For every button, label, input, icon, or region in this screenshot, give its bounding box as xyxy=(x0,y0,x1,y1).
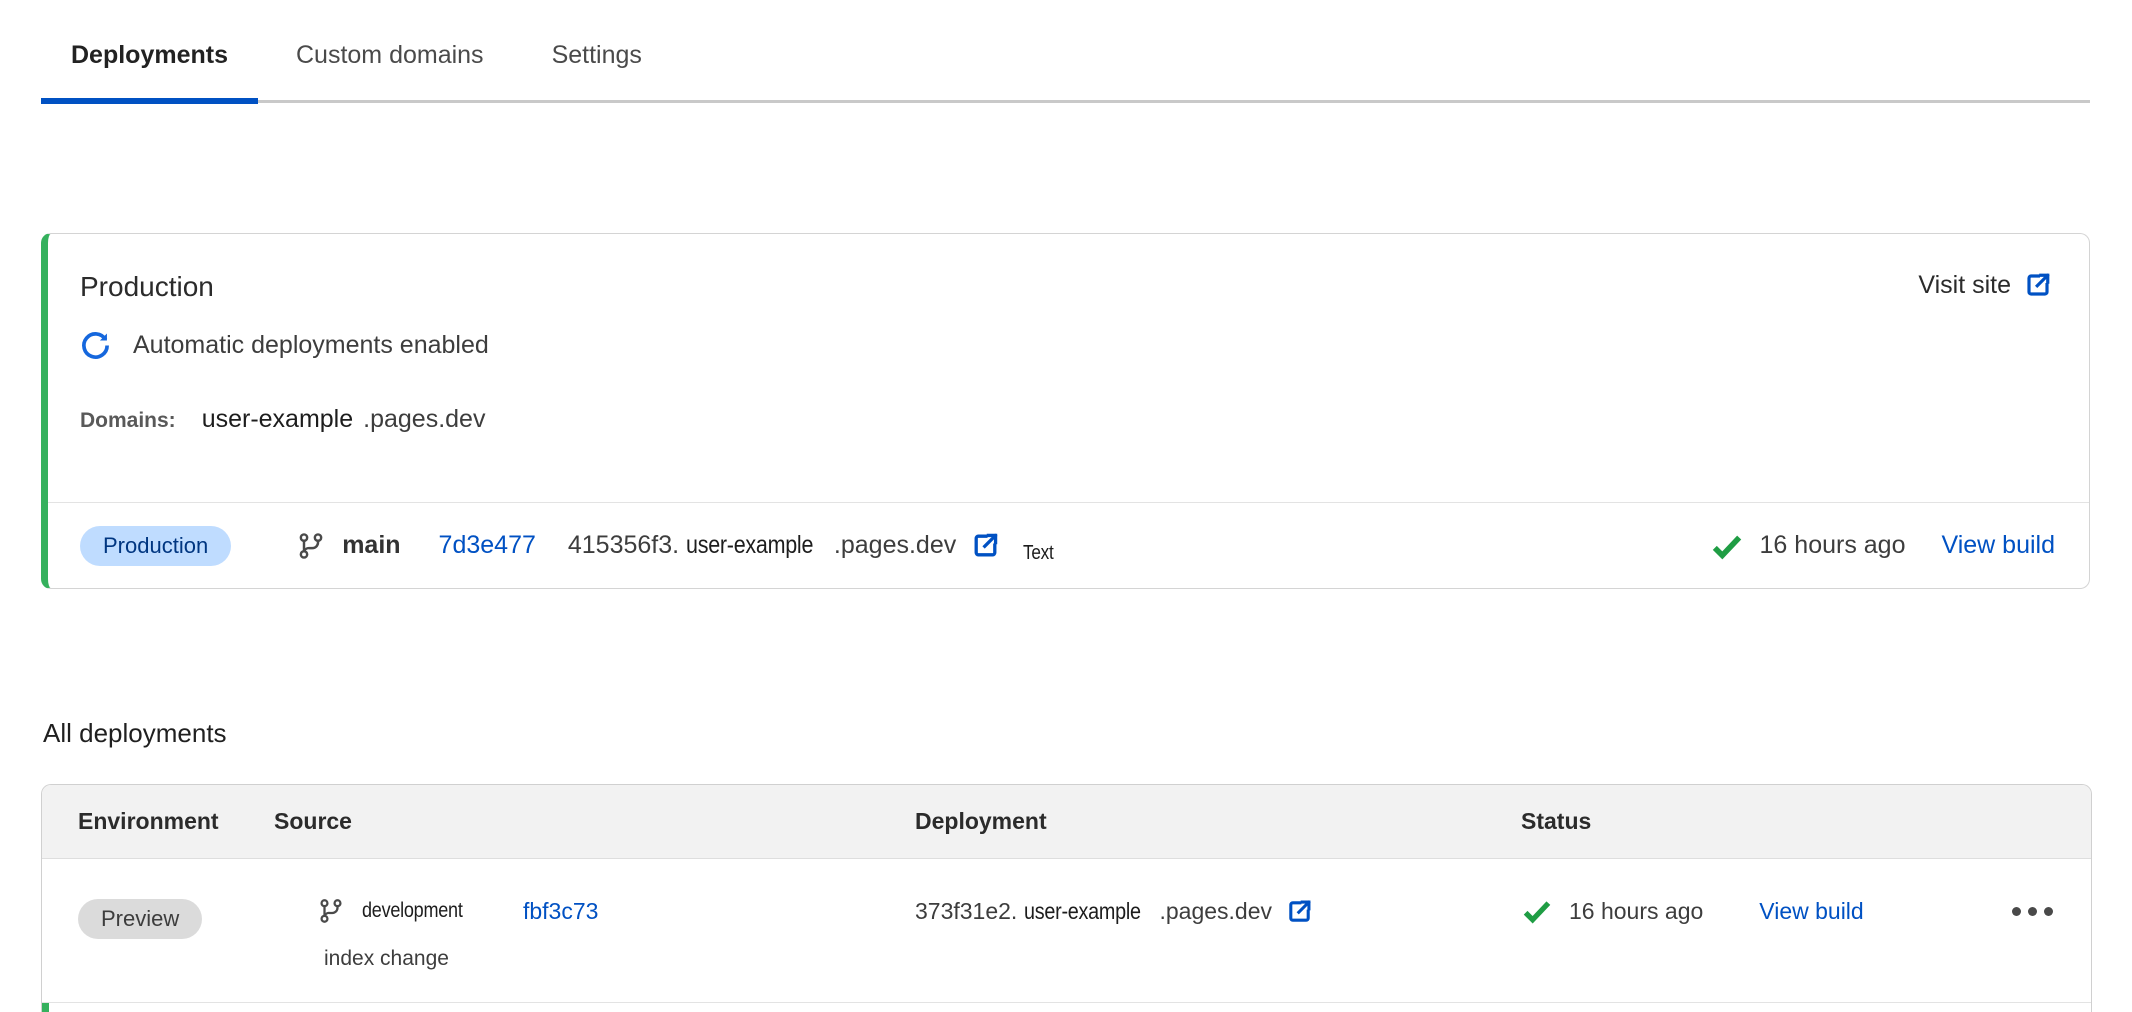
tab-deployments[interactable]: Deployments xyxy=(41,27,258,104)
deployment-url-name: user-example xyxy=(1024,898,1141,925)
branch-name: main xyxy=(342,531,400,560)
deploy-time: 16 hours ago xyxy=(1569,898,1703,925)
table-header-row: Environment Source Deployment Status xyxy=(42,785,2091,859)
deployment-url-prefix: 373f31e2. xyxy=(915,898,1017,925)
domains-label: Domains: xyxy=(80,409,176,433)
tab-settings[interactable]: Settings xyxy=(522,27,672,104)
visit-site-label: Visit site xyxy=(1918,271,2011,300)
deployment-url-link[interactable]: 373f31e2. user-example .pages.dev xyxy=(915,897,1521,926)
production-deployment-row: Production main 7d3e477 415356f3. user-e… xyxy=(48,502,2089,588)
deployment-url-prefix: 415356f3. xyxy=(568,531,679,560)
check-icon xyxy=(1710,531,1744,561)
commit-note: Text xyxy=(1023,542,1054,565)
refresh-icon xyxy=(80,330,111,361)
external-link-icon xyxy=(970,530,1001,561)
deployments-table: Environment Source Deployment Status Pre… xyxy=(41,784,2092,1012)
view-build-link[interactable]: View build xyxy=(1941,531,2055,560)
view-build-link[interactable]: View build xyxy=(1759,898,1863,925)
git-branch-icon xyxy=(318,897,344,925)
deployment-url-suffix: .pages.dev xyxy=(834,531,956,560)
page-tabs: Deployments Custom domains Settings xyxy=(41,27,2090,103)
deployment-url-link[interactable]: 415356f3. user-example .pages.dev xyxy=(568,530,1001,561)
column-header-status: Status xyxy=(1521,808,2091,835)
deploy-time: 16 hours ago xyxy=(1760,531,1906,560)
all-deployments-title: All deployments xyxy=(43,717,227,749)
overflow-menu-icon[interactable] xyxy=(2012,907,2053,916)
table-row: Preview development fbf3c73 index change xyxy=(42,859,2091,1003)
next-row-partial xyxy=(42,1003,2091,1012)
production-card: Production Visit site Automa xyxy=(41,233,2090,589)
external-link-icon xyxy=(1285,897,1314,926)
external-link-icon xyxy=(2023,270,2053,300)
git-branch-icon xyxy=(297,531,325,561)
visit-site-link[interactable]: Visit site xyxy=(1918,270,2053,300)
auto-deploy-text: Automatic deployments enabled xyxy=(133,331,489,360)
domain-name: user-example xyxy=(202,405,353,434)
column-header-environment: Environment xyxy=(78,808,274,835)
domain-suffix: .pages.dev xyxy=(363,405,485,434)
branch-name: development xyxy=(362,899,463,923)
column-header-source: Source xyxy=(274,808,915,835)
environment-badge: Production xyxy=(80,526,231,566)
commit-link[interactable]: 7d3e477 xyxy=(439,531,536,560)
commit-message: index change xyxy=(324,947,915,971)
tab-custom-domains[interactable]: Custom domains xyxy=(266,27,514,104)
commit-link[interactable]: fbf3c73 xyxy=(523,898,598,925)
deployment-url-suffix: .pages.dev xyxy=(1159,898,1272,925)
production-card-title: Production xyxy=(80,270,214,304)
check-icon xyxy=(1521,897,1553,925)
column-header-deployment: Deployment xyxy=(915,808,1521,835)
deployment-url-name: user-example xyxy=(686,531,813,560)
environment-badge: Preview xyxy=(78,899,202,939)
